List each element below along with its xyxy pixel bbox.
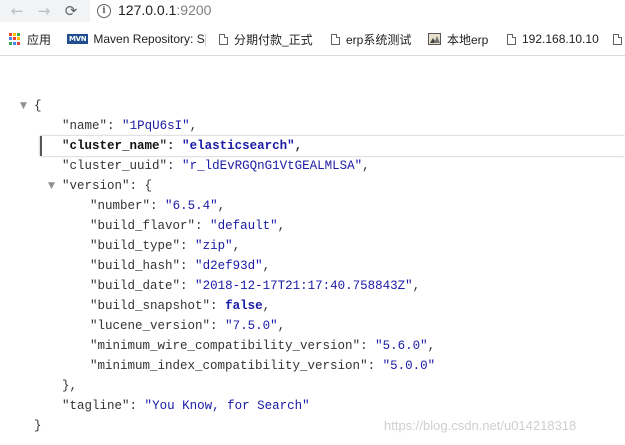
info-icon[interactable]: i <box>97 4 111 18</box>
json-row-cluster-name[interactable]: "cluster_name": "elasticsearch", <box>62 136 302 156</box>
json-version-close: }, <box>62 379 78 393</box>
json-value: 7.5.0 <box>232 319 271 333</box>
json-row-build-snapshot[interactable]: "build_snapshot": false, <box>90 296 270 316</box>
url-text[interactable]: 127.0.0.1:9200 <box>118 2 211 18</box>
page-icon <box>507 33 516 45</box>
bookmarks-bar: 应用 MVN Maven Repository: S 分期付款_正式 erp系统… <box>0 22 625 56</box>
json-row-build-date[interactable]: "build_date": "2018-12-17T21:17:40.75884… <box>90 276 420 296</box>
bookmark-installment[interactable]: 分期付款_正式 <box>219 31 313 47</box>
collapse-toggle-icon[interactable]: ▼ <box>48 176 55 196</box>
bookmark-label: 本地erp <box>447 32 489 47</box>
url-port: :9200 <box>176 2 212 18</box>
mvn-icon: MVN <box>67 34 89 44</box>
json-row-cluster-uuid[interactable]: "cluster_uuid": "r_ldEvRGQnG1VtGEALMLSA"… <box>62 156 370 176</box>
page-icon <box>613 33 622 45</box>
json-row-lucene-version[interactable]: "lucene_version": "7.5.0", <box>90 316 285 336</box>
json-value: default <box>217 219 271 233</box>
watermark: https://blog.csdn.net/u014218318 <box>384 418 577 433</box>
json-viewer: ▼ { "name": "1PqU6sI", "cluster_name": "… <box>0 56 625 445</box>
bookmark-label: 分期付款_正式 <box>234 32 313 47</box>
json-close-brace: } <box>34 419 42 433</box>
bookmark-overflow[interactable] <box>613 31 625 47</box>
json-value: 5.0.0 <box>390 359 428 373</box>
url-host: 127.0.0.1 <box>118 2 177 18</box>
json-key: number <box>97 199 143 213</box>
bookmark-fade <box>205 34 206 46</box>
bookmark-label: Maven Repository: S <box>93 32 205 46</box>
json-value: 1PqU6sI <box>129 119 183 133</box>
json-key: build_date <box>97 279 173 293</box>
json-row-version[interactable]: "version": { <box>62 176 152 196</box>
json-key: build_snapshot <box>97 299 203 313</box>
back-arrow-icon[interactable]: ← <box>6 0 28 22</box>
page-icon <box>219 33 228 45</box>
bookmark-label: 192.168.10.10 <box>522 32 599 46</box>
bookmark-192-168-10-10[interactable]: 192.168.10.10 <box>507 31 599 47</box>
json-key: name <box>69 119 100 133</box>
json-key: lucene_version <box>97 319 203 333</box>
json-value: r_ldEvRGQnG1VtGEALMLSA <box>189 159 355 173</box>
image-icon <box>428 33 441 45</box>
json-row-name[interactable]: "name": "1PqU6sI", <box>62 116 197 136</box>
json-value: d2ef93d <box>202 259 256 273</box>
page-icon <box>331 33 340 45</box>
browser-toolbar: ← → ⟳ i 127.0.0.1:9200 <box>0 0 625 23</box>
address-bar[interactable]: i 127.0.0.1:9200 <box>90 0 625 23</box>
json-key: minimum_index_compatibility_version <box>97 359 361 373</box>
json-key: tagline <box>69 399 123 413</box>
json-value: You Know, for Search <box>152 399 303 413</box>
json-value: 2018-12-17T21:17:40.758843Z <box>202 279 406 293</box>
bookmark-apps[interactable]: 应用 <box>9 31 51 47</box>
bookmark-local-erp[interactable]: 本地erp <box>428 31 488 47</box>
bookmark-erp-test[interactable]: erp系统测试 <box>331 31 411 47</box>
json-value: 5.6.0 <box>382 339 421 353</box>
json-key: minimum_wire_compatibility_version <box>97 339 353 353</box>
json-key: build_flavor <box>97 219 188 233</box>
json-value: zip <box>202 239 226 253</box>
json-key: cluster_uuid <box>69 159 160 173</box>
bookmark-maven[interactable]: MVN Maven Repository: S <box>67 31 205 47</box>
json-key: version <box>69 179 123 193</box>
json-key: build_type <box>97 239 173 253</box>
json-row-min-wire-compat[interactable]: "minimum_wire_compatibility_version": "5… <box>90 336 435 356</box>
json-value: 6.5.4 <box>172 199 211 213</box>
bookmark-label: erp系统测试 <box>346 32 412 47</box>
json-key: cluster_name <box>69 139 160 153</box>
json-row-build-flavor[interactable]: "build_flavor": "default", <box>90 216 285 236</box>
json-row-build-hash[interactable]: "build_hash": "d2ef93d", <box>90 256 270 276</box>
json-open-brace: { <box>34 99 42 113</box>
forward-arrow-icon[interactable]: → <box>33 0 55 22</box>
json-value: false <box>225 299 263 313</box>
reload-icon[interactable]: ⟳ <box>60 0 82 22</box>
json-key: build_hash <box>97 259 173 273</box>
json-row-tagline[interactable]: "tagline": "You Know, for Search" <box>62 396 310 416</box>
apps-grid-icon <box>9 33 21 45</box>
json-row-min-index-compat[interactable]: "minimum_index_compatibility_version": "… <box>90 356 435 376</box>
json-row-number[interactable]: "number": "6.5.4", <box>90 196 225 216</box>
bookmark-label: 应用 <box>27 32 52 47</box>
collapse-toggle-icon[interactable]: ▼ <box>20 96 27 116</box>
json-row-build-type[interactable]: "build_type": "zip", <box>90 236 240 256</box>
json-value: elasticsearch <box>189 139 288 153</box>
